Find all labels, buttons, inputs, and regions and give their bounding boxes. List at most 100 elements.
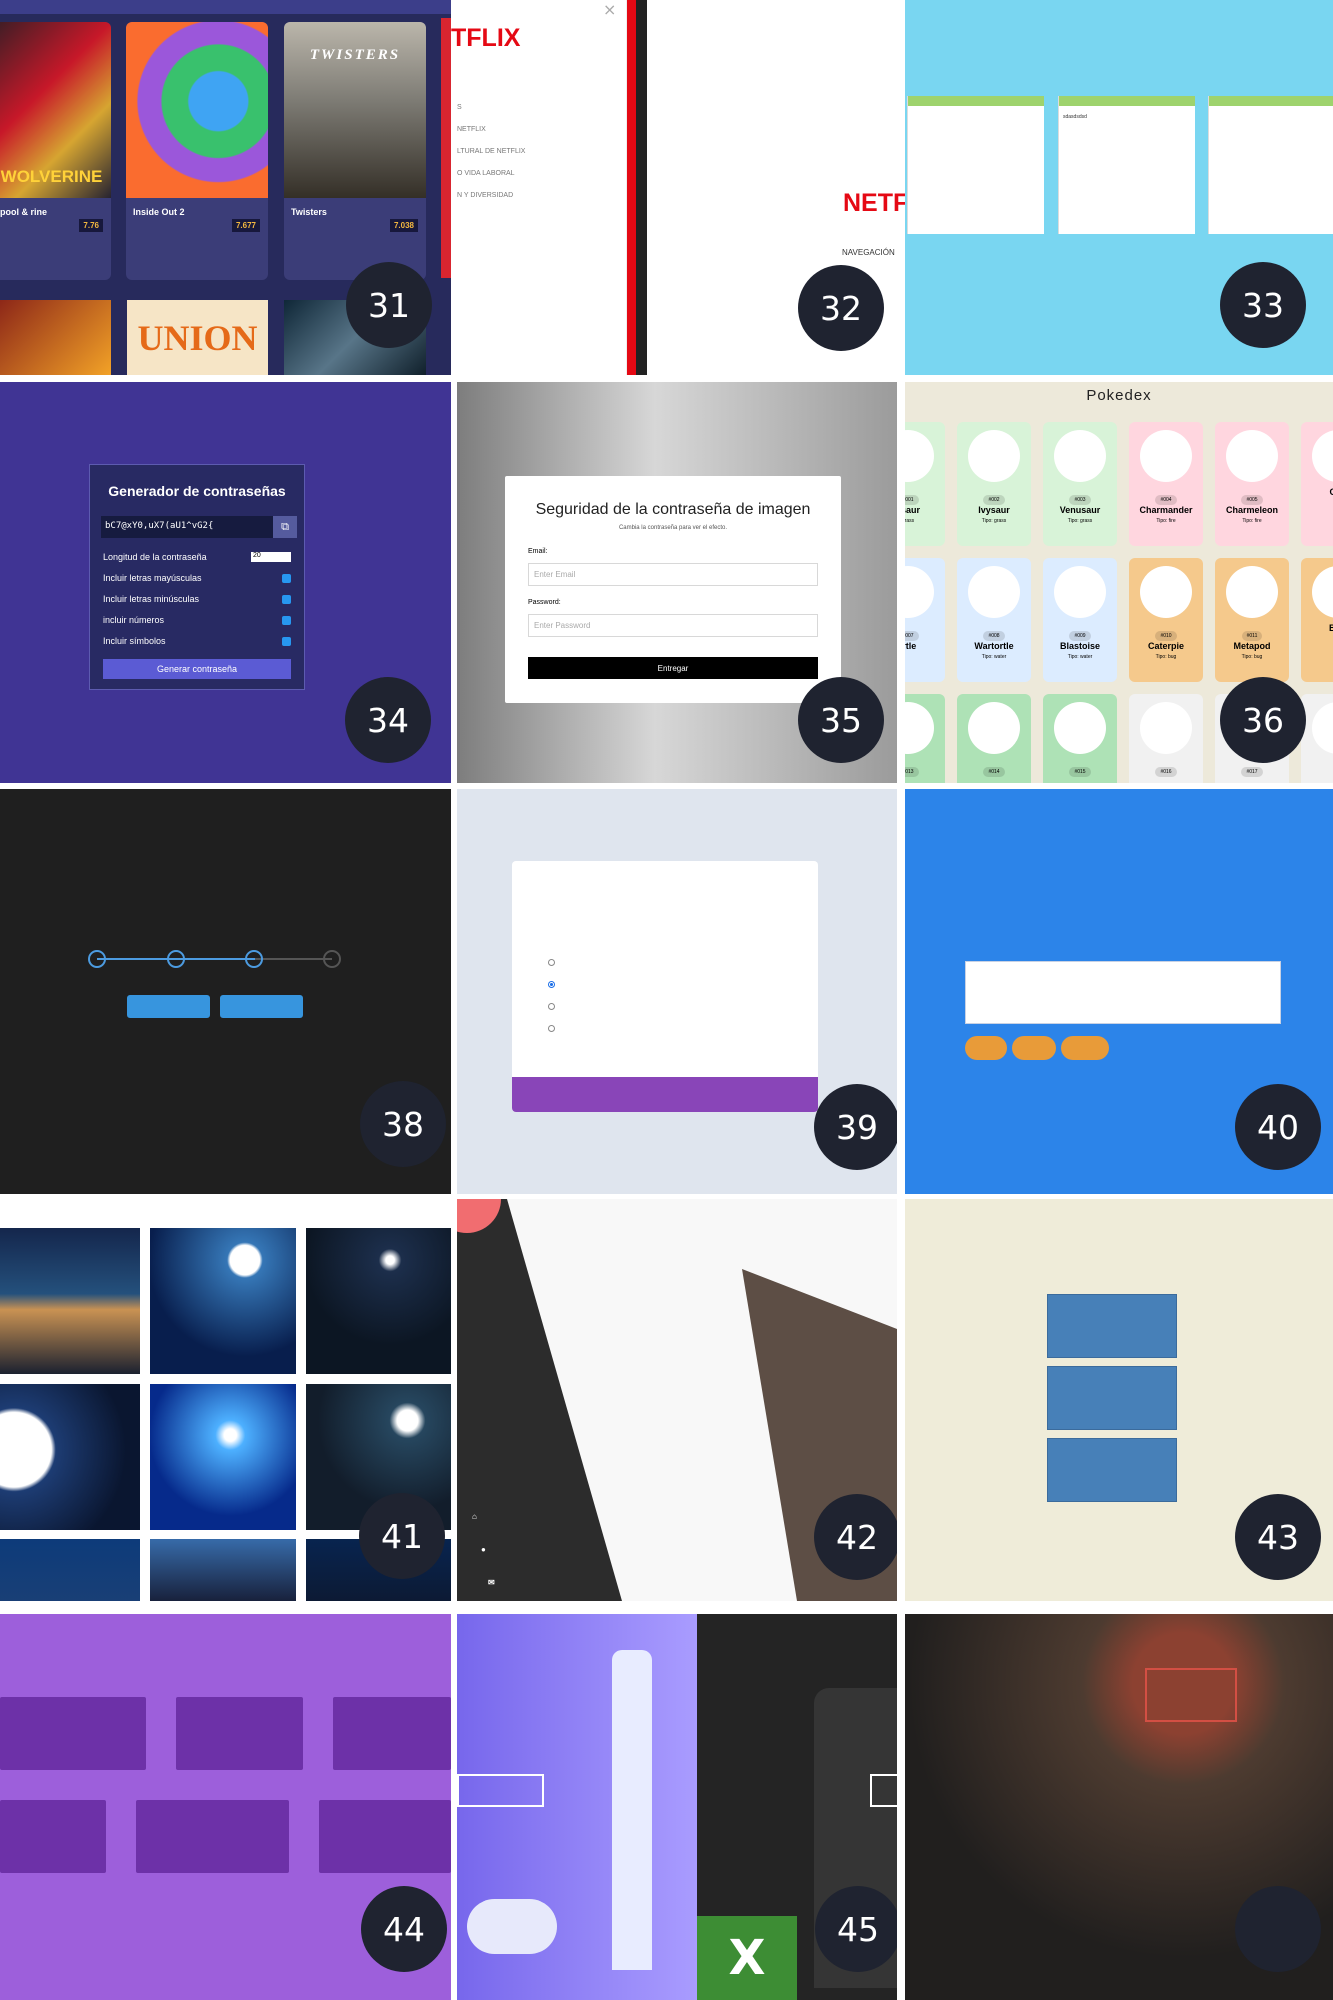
pokemon-image (1312, 566, 1333, 618)
gallery-image[interactable] (150, 1384, 296, 1530)
answer-option[interactable] (548, 1001, 561, 1012)
step-circle[interactable] (88, 950, 106, 968)
pokemon-card[interactable]: #005 Charmeleon Tipo: fire (1215, 422, 1289, 546)
submit-button[interactable] (512, 1077, 818, 1112)
controller-image (467, 1899, 557, 1954)
sound-button[interactable] (0, 1800, 106, 1873)
pokemon-card[interactable]: #014 (957, 694, 1031, 783)
netflix-logo: NETF (843, 189, 905, 217)
checkbox[interactable] (282, 615, 291, 625)
nav-home[interactable]: ⌂ (472, 1512, 477, 1521)
pokemon-card[interactable]: #003 Venusaur Tipo: grass (1043, 422, 1117, 546)
sound-button[interactable] (333, 1697, 451, 1770)
pokemon-image (968, 566, 1020, 618)
movie-card[interactable]: WOLVERINE pool & rine 7.76 (0, 22, 111, 280)
console-image (612, 1650, 652, 1970)
movie-card[interactable]: TWISTERS Twisters 7.038 (284, 22, 426, 280)
sound-button[interactable] (136, 1800, 289, 1873)
gallery-image[interactable] (0, 1228, 140, 1374)
sound-button[interactable] (176, 1697, 303, 1770)
gallery-image[interactable] (0, 1384, 140, 1530)
pokemon-card[interactable]: #011 Metapod Tipo: bug (1215, 558, 1289, 682)
tags-textarea[interactable] (965, 961, 1281, 1024)
menu-item[interactable]: O VIDA LABORAL (457, 170, 515, 177)
pokemon-card[interactable]: #013 (905, 694, 945, 783)
clipboard-icon[interactable]: ⧉ (273, 516, 297, 538)
close-icon[interactable]: × (603, 0, 616, 19)
note-card[interactable] (907, 96, 1044, 234)
pokemon-image (1054, 430, 1106, 482)
tag-chip[interactable] (1012, 1036, 1056, 1060)
menu-item[interactable]: N Y DIVERSIDAD (457, 192, 513, 199)
step-circle[interactable] (167, 950, 185, 968)
option-label: Incluir símbolos (103, 636, 166, 646)
pokemon-card[interactable]: #001asaur grass (905, 422, 945, 546)
pokemon-card[interactable]: #010 Caterpie Tipo: bug (1129, 558, 1203, 682)
nav-about[interactable]: ● (481, 1545, 486, 1554)
menu-item[interactable]: NETFLIX (457, 126, 486, 133)
movie-card[interactable]: Inside Out 2 7.677 (126, 22, 268, 280)
radio-button[interactable] (548, 980, 555, 988)
pokemon-name: Blastoise (1059, 641, 1101, 651)
password-generator-tile: Generador de contraseñas bC7@xY0,uX7(aU1… (0, 382, 451, 783)
note-card[interactable] (1208, 96, 1333, 234)
playstation-panel (457, 1614, 697, 2000)
previous-button[interactable] (127, 995, 210, 1018)
movie-poster (126, 22, 268, 198)
radio-button[interactable] (548, 1002, 555, 1010)
buy-now-button[interactable] (457, 1774, 544, 1807)
pokemon-card[interactable]: #008 Wartortle Tipo: water (957, 558, 1031, 682)
tag-chip[interactable] (1061, 1036, 1109, 1060)
tag-chip[interactable] (965, 1036, 1007, 1060)
pokemon-image (1054, 702, 1106, 754)
mail-icon: ✉ (488, 1578, 495, 1587)
answer-option[interactable] (548, 1023, 561, 1034)
step-circle[interactable] (245, 950, 263, 968)
home-icon: ⌂ (472, 1512, 477, 1521)
pokemon-image (968, 430, 1020, 482)
menu-item[interactable]: S (457, 104, 462, 111)
menu-item[interactable]: LTURAL DE NETFLIX (457, 148, 525, 155)
length-label: Longitud de la contraseña (103, 552, 207, 562)
gallery-image[interactable] (0, 1539, 140, 1601)
checkbox[interactable] (282, 636, 291, 646)
xbox-button[interactable] (870, 1774, 897, 1807)
password-field[interactable]: Enter Password (528, 614, 818, 637)
pokemon-card[interactable]: Cha (1301, 422, 1333, 546)
password-output[interactable]: bC7@xY0,uX7(aU1^vG2{ (101, 516, 296, 538)
pokemon-number: #002 (983, 495, 1005, 505)
pokemon-image (1312, 702, 1333, 754)
sound-button[interactable] (0, 1697, 146, 1770)
nav-contact[interactable]: ✉ (488, 1578, 495, 1587)
checkbox[interactable] (282, 573, 291, 583)
email-field[interactable]: Enter Email (528, 563, 818, 586)
generator-title: Generador de contraseñas (108, 483, 286, 499)
pokemon-card[interactable]: #007irtle (905, 558, 945, 682)
pokemon-card[interactable]: #004 Charmander Tipo: fire (1129, 422, 1203, 546)
radio-button[interactable] (548, 1024, 555, 1032)
pokemon-card[interactable]: Butt (1301, 558, 1333, 682)
radio-button[interactable] (548, 958, 555, 966)
pokemon-card[interactable]: #016 (1129, 694, 1203, 783)
pokemon-name: Butt (1329, 623, 1333, 633)
gallery-image[interactable] (306, 1228, 451, 1374)
pokemon-card[interactable]: #015 (1043, 694, 1117, 783)
sound-button[interactable] (319, 1800, 451, 1873)
length-input[interactable]: 20 (251, 552, 291, 562)
movie-rating: 7.677 (231, 219, 260, 232)
pokemon-number: #001 (905, 495, 919, 505)
pokemon-type: Tipo: fire (1156, 518, 1176, 524)
submit-button[interactable]: Entregar (528, 657, 818, 679)
step-circle[interactable] (323, 950, 341, 968)
next-button[interactable] (220, 995, 303, 1018)
pokemon-card[interactable] (1301, 694, 1333, 783)
pokemon-card[interactable]: #009 Blastoise Tipo: water (1043, 558, 1117, 682)
gallery-image[interactable] (150, 1539, 296, 1601)
note-card[interactable]: sdasdsdsd (1058, 96, 1195, 234)
generate-button[interactable]: Generar contraseña (103, 659, 291, 679)
answer-option[interactable] (548, 979, 561, 990)
pokemon-card[interactable]: #002 Ivysaur Tipo: grass (957, 422, 1031, 546)
gallery-image[interactable] (150, 1228, 296, 1374)
answer-option[interactable] (548, 957, 561, 968)
checkbox[interactable] (282, 594, 291, 604)
